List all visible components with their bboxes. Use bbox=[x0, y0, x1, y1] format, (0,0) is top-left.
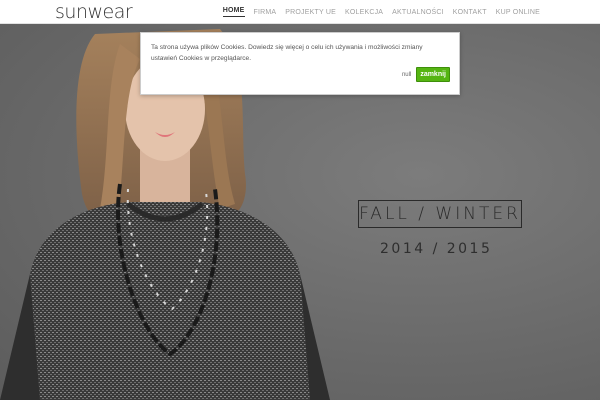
season-years: 2014 / 2015 bbox=[380, 241, 493, 257]
main-nav: HOME FIRMA PROJEKTY UE KOLEKCJA AKTUALNO… bbox=[214, 0, 540, 24]
nav-projekty-ue[interactable]: PROJEKTY UE bbox=[285, 9, 336, 16]
nav-home[interactable]: HOME bbox=[223, 7, 245, 17]
nav-kup-online[interactable]: KUP ONLINE bbox=[496, 9, 540, 16]
cookie-notice: Ta strona używa plików Cookies. Dowiedz … bbox=[140, 32, 460, 95]
nav-kolekcja[interactable]: KOLEKCJA bbox=[345, 9, 383, 16]
nav-kontakt[interactable]: KONTAKT bbox=[453, 9, 487, 16]
site-logo[interactable]: sunwear bbox=[55, 1, 133, 23]
season-title: FALL / WINTER bbox=[359, 204, 521, 224]
cookie-message: Ta strona używa plików Cookies. Dowiedz … bbox=[151, 44, 423, 62]
cookie-more-link[interactable]: null bbox=[402, 72, 411, 78]
nav-firma[interactable]: FIRMA bbox=[254, 9, 277, 16]
cookie-actions: null zamknij bbox=[402, 67, 450, 82]
cookie-close-button[interactable]: zamknij bbox=[416, 67, 450, 82]
nav-aktualnosci[interactable]: AKTUALNOŚCI bbox=[392, 9, 444, 16]
season-frame: FALL / WINTER bbox=[358, 200, 522, 228]
site-header: sunwear HOME FIRMA PROJEKTY UE KOLEKCJA … bbox=[0, 0, 600, 24]
